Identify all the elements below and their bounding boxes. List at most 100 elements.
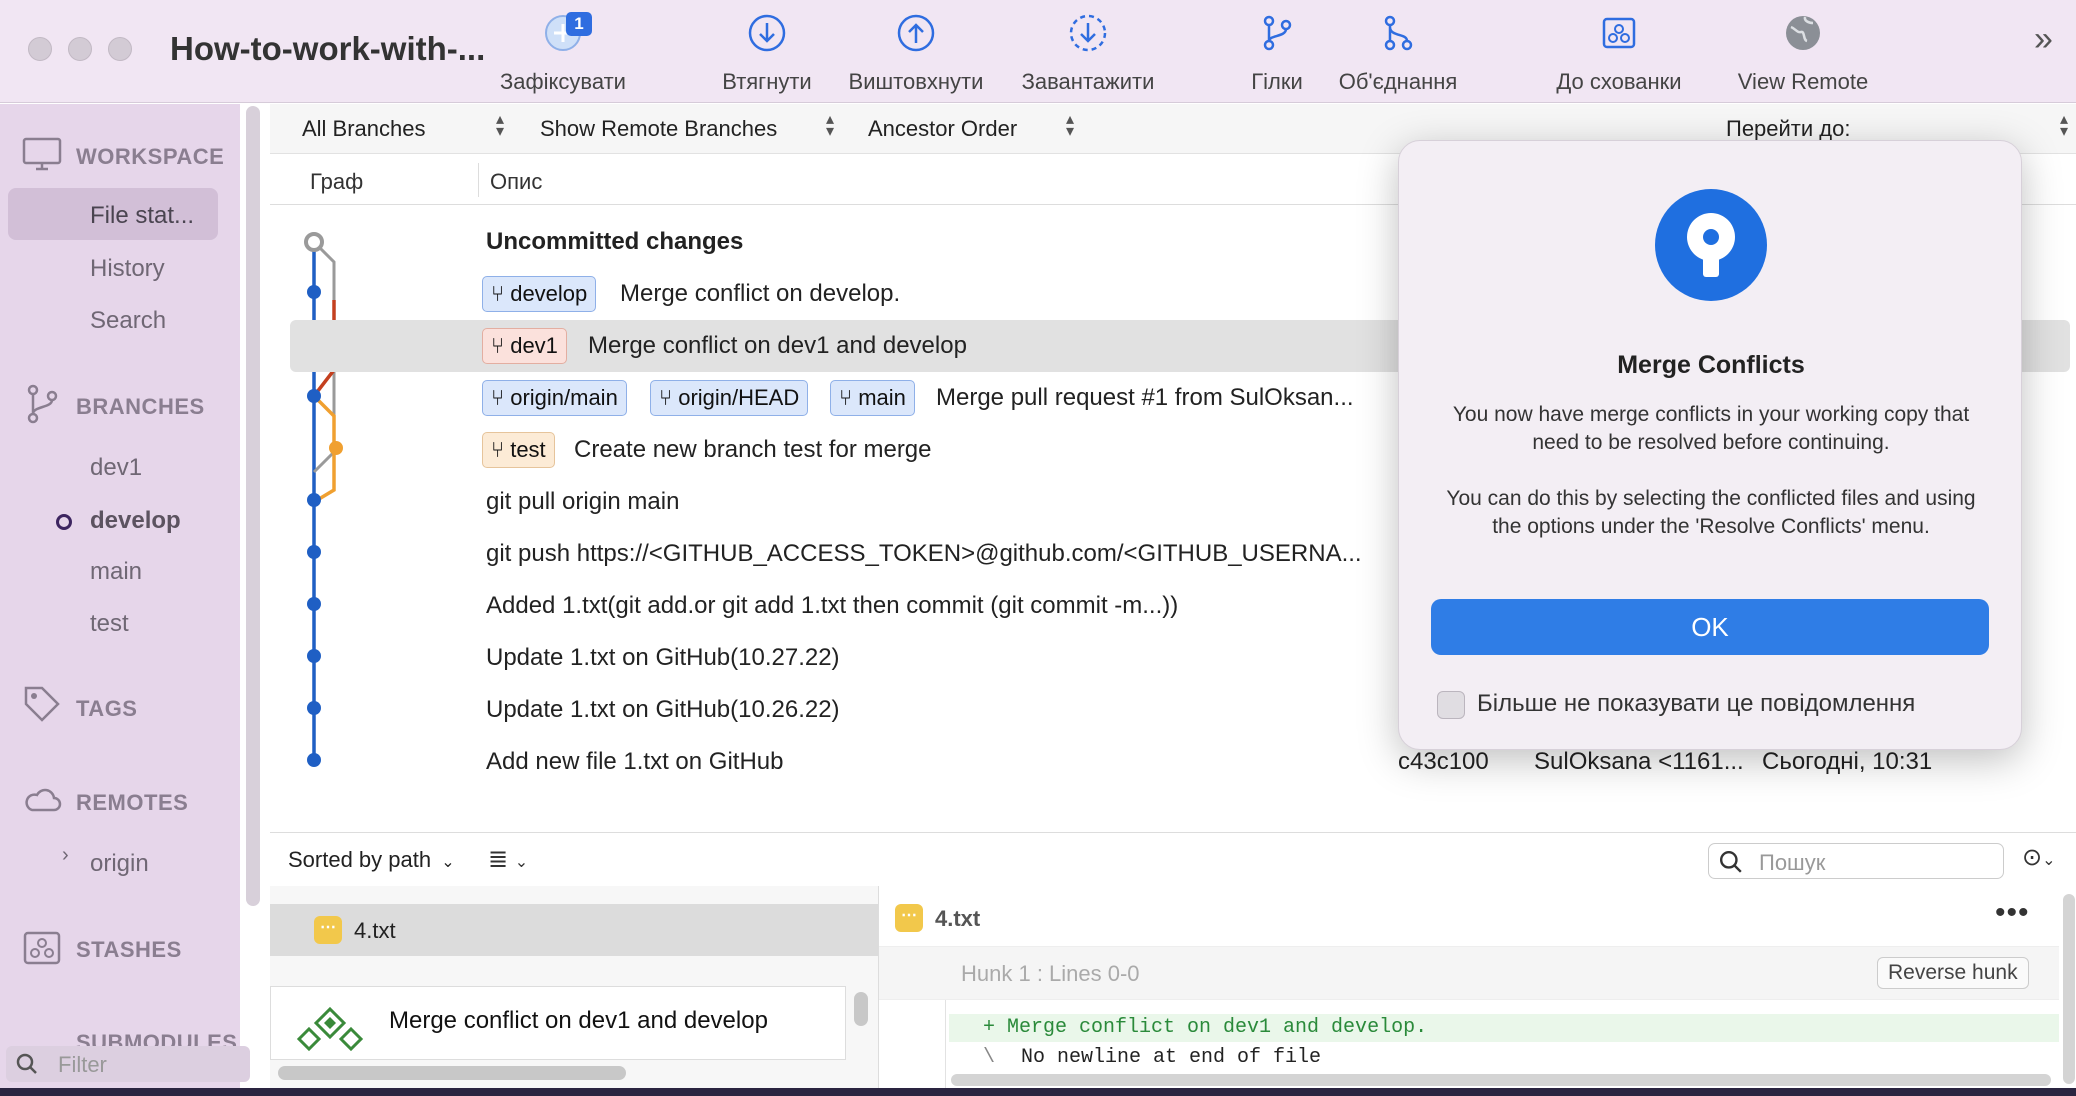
- view-remote-button[interactable]: View Remote: [1734, 10, 1872, 98]
- branch-tag-dev1[interactable]: ⑂ dev1: [482, 328, 567, 364]
- list-view-icon[interactable]: ≣ ⌄: [488, 845, 528, 874]
- stashes-section[interactable]: STASHES: [76, 937, 182, 963]
- branch-tag-origin-main[interactable]: ⑂ origin/main: [482, 380, 627, 416]
- dialog-message-1: You now have merge conflicts in your wor…: [1452, 403, 1970, 454]
- zoom-window-button[interactable]: [108, 37, 132, 61]
- tag-icon: [22, 684, 62, 724]
- sidebar-item-file-status[interactable]: File stat...: [90, 202, 194, 230]
- chevron-down-icon: ⌄: [514, 854, 529, 871]
- file-row-selected[interactable]: ⋯ 4.txt: [270, 904, 878, 956]
- more-options-icon[interactable]: ⊙⌄: [2022, 843, 2056, 872]
- commit-author: SulOksana <1161...: [1534, 748, 1744, 775]
- commit-message: git pull origin main: [486, 488, 680, 515]
- tag-label: main: [858, 385, 906, 410]
- sidebar-scrollbar[interactable]: [246, 106, 260, 906]
- merge-conflicts-dialog: Merge Conflicts You now have merge confl…: [1398, 140, 2022, 750]
- order-dropdown-chevron-icon[interactable]: ▴ ▾: [1066, 112, 1074, 140]
- sidebar-branch-develop[interactable]: develop: [90, 507, 181, 535]
- sidebar-branch-main[interactable]: main: [90, 558, 142, 586]
- sort-dropdown[interactable]: Sorted by path ⌄: [288, 847, 455, 873]
- column-divider: [478, 163, 479, 197]
- stash-icon: [1596, 10, 1642, 56]
- sidebar-branch-test[interactable]: test: [90, 610, 129, 638]
- branch-icon: [1254, 10, 1300, 56]
- fetch-button[interactable]: Завантажити: [1012, 10, 1164, 98]
- commit-message: Added 1.txt(git add.or git add 1.txt the…: [486, 592, 1179, 619]
- branches-dropdown-chevron-icon[interactable]: ▴ ▾: [496, 112, 504, 140]
- tags-section[interactable]: TAGS: [76, 696, 137, 722]
- remote-dropdown-chevron-icon[interactable]: ▴ ▾: [826, 112, 834, 140]
- commit-button[interactable]: Зафіксувати: [490, 10, 636, 98]
- chevron-down-icon: ⌄: [441, 854, 455, 871]
- file-list-scrollbar[interactable]: [854, 992, 868, 1026]
- branch-icon: ⑂: [491, 281, 505, 306]
- branch-button[interactable]: Гілки: [1240, 10, 1314, 98]
- branch-tag-main[interactable]: ⑂ main: [830, 380, 915, 416]
- more-icon[interactable]: •••: [1995, 896, 2030, 930]
- merge-icon: [1375, 10, 1421, 56]
- diff-added-line: + Merge conflict on dev1 and develop.: [983, 1016, 1428, 1039]
- remote-branches-dropdown[interactable]: Show Remote Branches: [540, 116, 777, 142]
- close-window-button[interactable]: [28, 37, 52, 61]
- sourcetree-logo-icon: [1655, 189, 1767, 301]
- pull-label: Втягнути: [722, 69, 812, 94]
- diff-nonewline-marker: \: [983, 1046, 996, 1069]
- branches-section[interactable]: BRANCHES: [76, 394, 205, 420]
- stash-button[interactable]: До схованки: [1548, 10, 1690, 98]
- commit-message: Add new file 1.txt on GitHub: [486, 748, 784, 775]
- conflict-file-icon: ⋯: [314, 916, 342, 944]
- sidebar-item-history[interactable]: History: [90, 255, 165, 283]
- merge-button[interactable]: Об'єднання: [1330, 10, 1466, 98]
- diff-horizontal-scrollbar[interactable]: [951, 1074, 2051, 1086]
- submodules-section[interactable]: SUBMODULES: [76, 1030, 237, 1046]
- branches-dropdown[interactable]: All Branches: [302, 116, 426, 142]
- chevron-right-icon[interactable]: ›: [62, 844, 69, 867]
- order-dropdown[interactable]: Ancestor Order: [868, 116, 1017, 142]
- workspace-section[interactable]: WORKSPACE: [76, 144, 224, 170]
- stashes-icon: [22, 928, 62, 968]
- commit-message: Uncommitted changes: [486, 228, 744, 255]
- commit-message: Create new branch test for merge: [574, 436, 932, 463]
- commit-message: git push https://<GITHUB_ACCESS_TOKEN>@g…: [486, 540, 1362, 567]
- toolbar-overflow-icon[interactable]: »: [2034, 20, 2053, 59]
- dont-show-label[interactable]: Більше не показувати це повідомлення: [1477, 690, 1915, 718]
- branch-tag-develop[interactable]: ⑂ develop: [482, 276, 597, 312]
- commit-message: Merge conflict on develop.: [620, 280, 901, 307]
- search-icon: [1719, 850, 1742, 873]
- file-list-pane: ⋯ 4.txt Merge conflict on dev1 and devel…: [270, 886, 878, 1088]
- diff-scrollbar[interactable]: [2063, 894, 2075, 1084]
- sidebar-branch-dev1[interactable]: dev1: [90, 454, 142, 482]
- branch-icon: ⑂: [491, 333, 505, 358]
- graph-column-header[interactable]: Граф: [310, 169, 363, 195]
- branch-label: Гілки: [1251, 69, 1303, 94]
- description-column-header[interactable]: Опис: [490, 169, 542, 195]
- file-search-field[interactable]: Пошук: [1708, 843, 2004, 879]
- hunk-label: Hunk 1 : Lines 0-0: [961, 961, 1140, 986]
- cloud-icon: [22, 780, 62, 820]
- monitor-icon: [22, 135, 62, 175]
- branches-icon: [22, 384, 62, 424]
- reverse-hunk-button[interactable]: Reverse hunk: [1877, 957, 2029, 989]
- branch-tag-test[interactable]: ⑂ test: [482, 432, 555, 468]
- file-name: 4.txt: [354, 918, 396, 943]
- avatar: [296, 1006, 364, 1052]
- diff-pane: ⋯ 4.txt ••• Hunk 1 : Lines 0-0 Reverse h…: [878, 886, 2076, 1088]
- sidebar-item-search[interactable]: Search: [90, 307, 166, 335]
- jump-to-label[interactable]: Перейти до:: [1726, 116, 1850, 142]
- file-list-toolbar: Sorted by path ⌄ ≣ ⌄ Пошук ⊙⌄: [270, 832, 2076, 886]
- pull-button[interactable]: Втягнути: [710, 10, 824, 98]
- ok-button[interactable]: OK: [1431, 599, 1989, 655]
- diff-nonewline-text: No newline at end of file: [1021, 1046, 1322, 1069]
- dont-show-checkbox[interactable]: [1437, 691, 1465, 719]
- search-icon: [16, 1053, 37, 1074]
- push-button[interactable]: Виштовхнути: [842, 10, 990, 98]
- sidebar-filter-field[interactable]: Filter: [6, 1046, 250, 1082]
- horizontal-scrollbar[interactable]: [278, 1066, 626, 1080]
- jump-to-chevron-icon[interactable]: ▴ ▾: [2060, 112, 2068, 140]
- tag-label: develop: [510, 281, 588, 306]
- sidebar-remote-origin[interactable]: origin: [90, 850, 149, 878]
- minimize-window-button[interactable]: [68, 37, 92, 61]
- remotes-section[interactable]: REMOTES: [76, 790, 188, 816]
- branch-tag-origin-head[interactable]: ⑂ origin/HEAD: [650, 380, 809, 416]
- push-label: Виштовхнути: [848, 69, 984, 94]
